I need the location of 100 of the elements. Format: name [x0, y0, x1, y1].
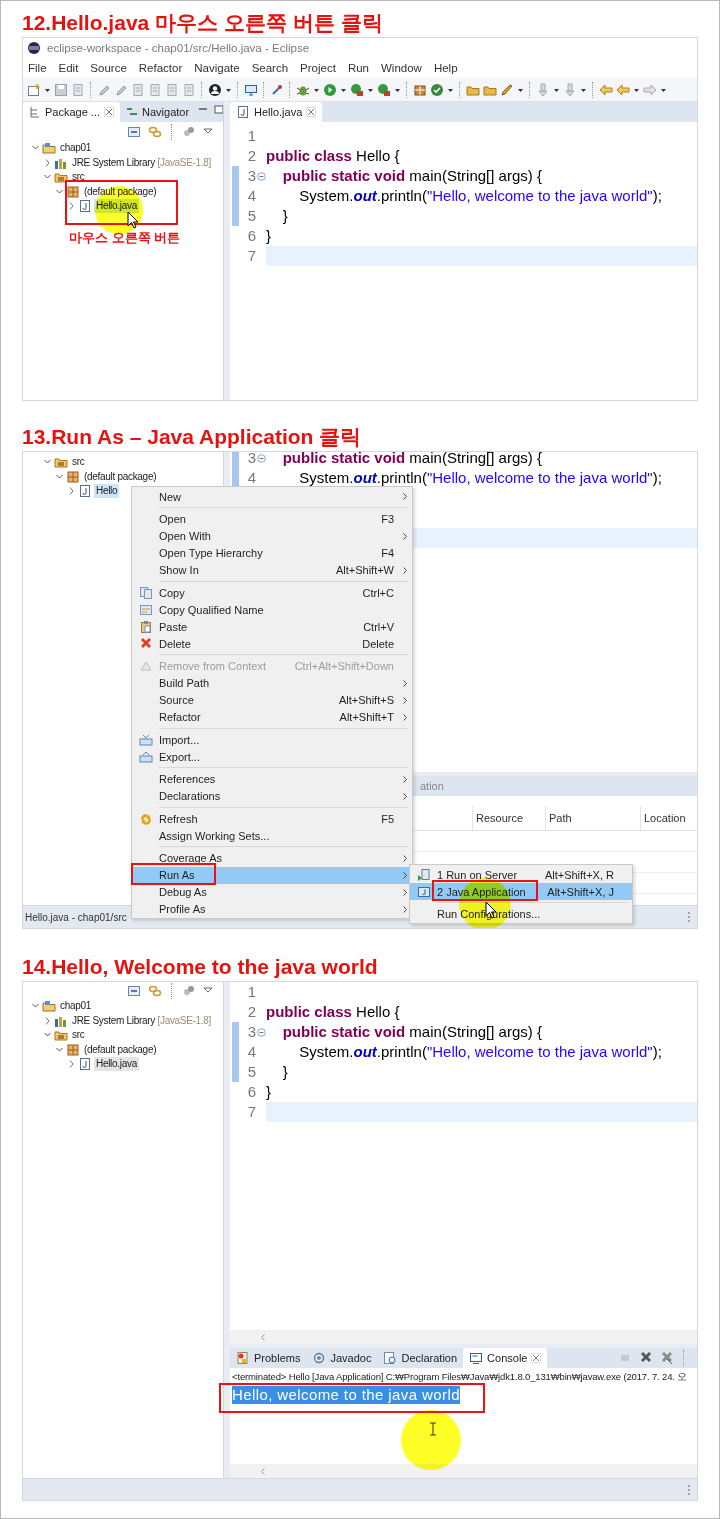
copy-name-icon — [138, 602, 153, 617]
rocket-icon[interactable] — [500, 82, 514, 97]
new-file-icon[interactable] — [27, 82, 41, 97]
menu-item[interactable]: Edit — [58, 62, 79, 74]
column-header[interactable]: Path — [545, 806, 640, 830]
document-icon[interactable] — [148, 82, 162, 97]
menu-item[interactable]: Paste Ctrl+V — [132, 618, 412, 635]
package-box-icon[interactable] — [413, 82, 427, 97]
menu-item[interactable]: Profile As — [132, 900, 412, 918]
document-icon[interactable] — [182, 82, 196, 97]
menu-item[interactable]: References — [132, 770, 412, 788]
menu-item[interactable]: Build Path — [132, 674, 412, 692]
menu-item[interactable]: Open F3 — [132, 510, 412, 528]
document-icon[interactable] — [71, 82, 85, 97]
collapse-all-icon[interactable] — [127, 983, 141, 998]
source-folder-icon — [54, 170, 68, 185]
run-tool-icon[interactable] — [377, 82, 391, 97]
menu-item[interactable]: New — [132, 488, 412, 505]
menu-item[interactable]: Import... — [132, 731, 412, 748]
monitor-icon[interactable] — [244, 82, 258, 97]
menu-item[interactable]: Delete Delete — [132, 635, 412, 652]
view-tab[interactable]: Console — [463, 1348, 548, 1368]
menu-item[interactable]: Show In Alt+Shift+W — [132, 561, 412, 579]
menu-item[interactable]: Run — [347, 62, 369, 74]
menu-item[interactable]: Source Alt+Shift+S — [132, 691, 412, 709]
menu-item[interactable]: Project — [300, 62, 336, 74]
menu-item[interactable]: Open Type Hierarchy F4 — [132, 544, 412, 562]
menu-item[interactable]: Run As — [132, 866, 412, 884]
chevron-right-icon[interactable] — [67, 485, 76, 498]
fold-icon[interactable] — [256, 171, 266, 181]
menu-item[interactable]: File — [28, 62, 47, 74]
step-heading: 14.Hello, Welcome to the java world — [22, 954, 378, 980]
close-icon[interactable] — [306, 107, 317, 117]
document-icon[interactable] — [165, 82, 179, 97]
column-header[interactable]: Location — [640, 806, 697, 830]
scroll-left-icon[interactable] — [260, 1332, 266, 1342]
document-icon[interactable] — [131, 82, 145, 97]
maximize-icon[interactable] — [211, 102, 223, 116]
menu-item[interactable]: Refactor — [138, 62, 183, 74]
tree-item[interactable]: Hello — [94, 484, 120, 499]
close-icon[interactable] — [531, 1353, 542, 1363]
check-circle-icon[interactable] — [430, 82, 444, 97]
menu-item[interactable]: Source — [90, 62, 127, 74]
column-header[interactable]: Resource — [472, 806, 545, 830]
tree-item[interactable]: src — [70, 1028, 87, 1043]
code-line: public static void main(String[] args) { — [281, 166, 543, 186]
tree-item[interactable]: src — [70, 170, 87, 185]
user-icon[interactable] — [208, 82, 222, 97]
tree-item[interactable]: chap01 — [58, 999, 93, 1014]
tree-item[interactable]: JRE System Library [JavaSE-1.8] — [70, 1013, 214, 1028]
menu-item[interactable]: Refactor Alt+Shift+T — [132, 708, 412, 726]
close-icon[interactable] — [104, 107, 115, 117]
chevron-right-icon[interactable] — [43, 156, 52, 169]
code-line: public static void main(String[] args) { — [281, 1022, 543, 1042]
view-tab[interactable]: Package ... — [23, 102, 121, 122]
filter-icon[interactable] — [182, 983, 196, 998]
tree-item[interactable]: JRE System Library [JavaSE-1.8] — [70, 155, 214, 170]
line-number: 7 — [246, 1102, 256, 1122]
view-tab[interactable]: Navigator — [120, 102, 196, 122]
chevron-right-icon[interactable] — [43, 1014, 52, 1027]
pin-icon[interactable] — [270, 82, 284, 97]
run-tool-icon[interactable] — [350, 82, 364, 97]
editor-tab[interactable]: Hello.java — [230, 102, 323, 122]
menu-item[interactable]: Search — [251, 62, 289, 74]
tree-item[interactable]: (default package) — [82, 1042, 159, 1057]
link-icon[interactable] — [148, 124, 162, 139]
collapse-all-icon[interactable] — [127, 124, 141, 139]
menu-item[interactable]: Coverage As — [132, 849, 412, 867]
tree-item[interactable]: chap01 — [58, 141, 93, 156]
fold-icon[interactable] — [256, 1027, 266, 1037]
menu-item[interactable]: Window — [381, 62, 422, 74]
menu-item[interactable]: Debug As — [132, 883, 412, 901]
menu-item[interactable]: Export... — [132, 748, 412, 765]
view-tab[interactable]: Declaration — [377, 1348, 464, 1368]
view-tab[interactable]: Javadoc — [306, 1348, 378, 1368]
menu-item[interactable]: Copy Qualified Name — [132, 601, 412, 618]
filter-icon[interactable] — [182, 124, 196, 139]
menu-item[interactable]: Help — [433, 62, 458, 74]
tree-item[interactable]: src — [70, 455, 87, 470]
line-number: 1 — [246, 126, 256, 146]
project-icon — [42, 999, 56, 1014]
tree-item[interactable]: Hello.java — [94, 1057, 139, 1072]
chevron-right-icon[interactable] — [67, 200, 76, 213]
arrow-left-icon[interactable] — [599, 82, 613, 97]
remove-all-icon[interactable] — [660, 1351, 674, 1365]
menu-item[interactable]: Refresh F5 — [132, 810, 412, 827]
menu-item[interactable]: Assign Working Sets... — [132, 827, 412, 844]
menu-item[interactable]: Copy Ctrl+C — [132, 584, 412, 601]
menu-item[interactable]: Open With — [132, 527, 412, 545]
chevron-right-icon[interactable] — [67, 1058, 76, 1071]
view-tab[interactable]: Problems — [230, 1348, 307, 1368]
menu-item[interactable]: 1 Run on Server Alt+Shift+X, R — [410, 866, 632, 883]
link-icon[interactable] — [148, 983, 162, 998]
remove-launch-icon[interactable] — [639, 1351, 653, 1365]
run-icon[interactable] — [323, 82, 337, 97]
tree-item[interactable]: (default package) — [82, 469, 159, 484]
fold-icon[interactable] — [256, 453, 266, 463]
menu-item[interactable]: Declarations — [132, 787, 412, 805]
menu-item[interactable]: Navigate — [194, 62, 240, 74]
scroll-left-icon[interactable] — [260, 1466, 266, 1476]
